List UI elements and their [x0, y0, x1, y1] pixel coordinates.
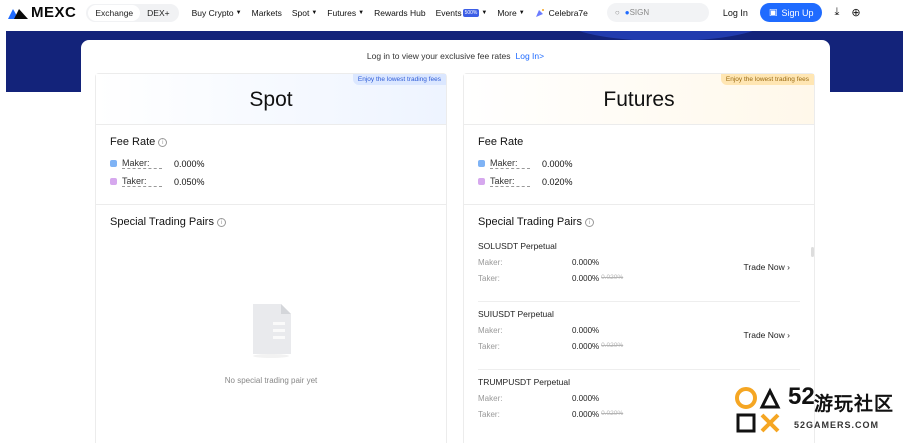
empty-state-text: No special trading pair yet [224, 376, 318, 385]
caret-down-icon: ▼ [518, 9, 525, 16]
pair-maker-label: Maker: [478, 394, 503, 403]
pair-taker-old: 0.020% [601, 410, 624, 417]
futures-taker-row: Taker: 0.020% [478, 176, 814, 187]
nav-rewards-hub[interactable]: Rewards Hub [374, 8, 426, 18]
login-prompt-link[interactable]: Log In> [516, 51, 545, 61]
gift-icon: ▣ [768, 7, 778, 17]
pair-taker-old: 0.020% [601, 274, 624, 281]
maker-label[interactable]: Maker: [122, 158, 162, 169]
login-button[interactable]: Log In [723, 8, 748, 18]
search-icon: ○ [614, 8, 620, 17]
top-nav: MEXC Exchange DEX+ Buy Crypto ▼ Markets S… [0, 0, 910, 25]
watermark-cn: 游玩社区 [814, 394, 895, 415]
spot-special-pairs: Special Trading Pairs i No special tradin… [96, 205, 446, 385]
spot-panel: Spot Enjoy the lowest trading fees Fee R… [95, 73, 447, 443]
segment-exchange[interactable]: Exchange [88, 4, 141, 21]
globe-icon[interactable]: ⊕ [851, 6, 860, 19]
login-prompt: Log in to view your exclusive fee rates L… [366, 51, 545, 61]
download-icon[interactable]: ⤓ [834, 6, 839, 19]
caret-down-icon: ▼ [235, 9, 242, 16]
nav-futures[interactable]: Futures ▼ [327, 8, 364, 18]
pair-maker-label: Maker: [478, 258, 503, 267]
nav-spot[interactable]: Spot ▼ [292, 8, 317, 18]
trade-now-link[interactable]: Trade Now › [744, 262, 790, 272]
mexc-logo[interactable]: MEXC [8, 4, 76, 21]
events-badge: 500% [462, 8, 480, 17]
futures-promo-tag: Enjoy the lowest trading fees [720, 74, 814, 85]
info-icon[interactable]: i [158, 137, 168, 147]
pair-maker-label: Maker: [478, 326, 503, 335]
pair-row: SUIUSDT Perpetual Maker: 0.000% Taker: 0.0… [478, 302, 800, 370]
caret-down-icon: ▼ [311, 9, 318, 16]
nav-buy-crypto[interactable]: Buy Crypto ▼ [192, 8, 242, 18]
empty-document-icon [245, 300, 297, 358]
taker-value: 0.020% [542, 176, 573, 187]
search-input[interactable]: ○ ● SIGN [606, 3, 709, 22]
fee-rate-title: Fee Rate [478, 136, 524, 148]
signup-button[interactable]: ▣ Sign Up [759, 3, 823, 22]
brand-name: MEXC [31, 4, 77, 21]
segment-dex[interactable]: DEX+ [140, 5, 176, 21]
chevron-right-icon: › [787, 330, 790, 340]
scrollbar[interactable] [811, 247, 814, 257]
futures-maker-row: Maker: 0.000% [478, 158, 814, 169]
pair-taker-old: 0.020% [601, 342, 624, 349]
pair-maker-value: 0.000% [572, 326, 600, 335]
taker-value: 0.050% [174, 176, 205, 187]
pair-maker-value: 0.000% [572, 258, 600, 267]
taker-label[interactable]: Taker: [490, 176, 530, 187]
chevron-right-icon: › [787, 262, 790, 272]
trade-now-link[interactable]: Trade Now › [744, 330, 790, 340]
pair-name: SOLUSDT Perpetual [478, 241, 557, 251]
party-icon [535, 8, 544, 17]
fee-card: Log in to view your exclusive fee rates L… [81, 40, 830, 443]
maker-value: 0.000% [542, 158, 573, 169]
nav-celebrate[interactable]: Celebra7e [535, 8, 588, 18]
pair-taker-value: 0.000% [572, 274, 600, 283]
nav-more[interactable]: More ▼ [497, 8, 524, 18]
info-icon[interactable]: i [216, 217, 226, 227]
futures-fee-rate: Fee Rate Maker: 0.000% Taker: 0.020% [464, 125, 814, 205]
pair-maker-value: 0.000% [572, 394, 600, 403]
fee-rate-title: Fee Rate [110, 136, 156, 148]
taker-icon [110, 178, 117, 185]
mexc-logo-icon [8, 8, 28, 19]
maker-value: 0.000% [174, 158, 205, 169]
pair-row: SOLUSDT Perpetual Maker: 0.000% Taker: 0.0… [478, 234, 800, 302]
search-placeholder: SIGN [629, 8, 650, 17]
nav-markets[interactable]: Markets [252, 8, 282, 18]
maker-icon [478, 160, 485, 167]
pair-name: SUIUSDT Perpetual [478, 309, 554, 319]
taker-label[interactable]: Taker: [122, 176, 162, 187]
pair-taker-label: Taker: [478, 342, 500, 351]
empty-state: No special trading pair yet [96, 300, 446, 385]
special-pairs-title: Special Trading Pairs [478, 216, 582, 228]
watermark-en: 52GAMERS.COM [794, 420, 880, 430]
watermark-logo-icon [735, 387, 781, 433]
taker-icon [478, 178, 485, 185]
spot-taker-row: Taker: 0.050% [110, 176, 446, 187]
nav-events[interactable]: Events 500% ▼ [436, 8, 488, 18]
spot-fee-rate: Fee Rate i Maker: 0.000% Taker: 0.050% [96, 125, 446, 205]
caret-down-icon: ▼ [481, 9, 488, 16]
maker-label[interactable]: Maker: [490, 158, 530, 169]
pair-taker-label: Taker: [478, 274, 500, 283]
info-icon[interactable]: i [584, 217, 594, 227]
pair-taker-label: Taker: [478, 410, 500, 419]
futures-header: Futures Enjoy the lowest trading fees [464, 74, 814, 125]
pair-taker-value: 0.000% [572, 342, 600, 351]
caret-down-icon: ▼ [358, 9, 365, 16]
pair-taker-value: 0.000% [572, 410, 600, 419]
watermark-number: 52 [788, 383, 815, 410]
exchange-dex-toggle: Exchange DEX+ [86, 3, 179, 22]
maker-icon [110, 160, 117, 167]
special-pairs-title: Special Trading Pairs [110, 216, 214, 228]
spot-promo-tag: Enjoy the lowest trading fees [352, 74, 446, 85]
spot-header: Spot Enjoy the lowest trading fees [96, 74, 446, 125]
spot-maker-row: Maker: 0.000% [110, 158, 446, 169]
watermark: 52 游玩社区 52GAMERS.COM [734, 383, 904, 439]
